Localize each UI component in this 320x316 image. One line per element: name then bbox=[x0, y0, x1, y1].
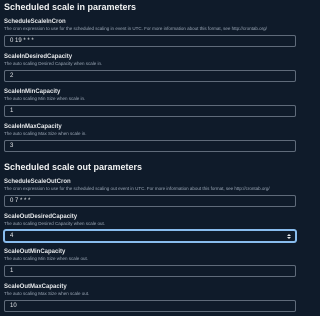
scale-out-desired-capacity-field: ScaleOutDesiredCapacity The auto scaling… bbox=[4, 213, 296, 242]
field-description: The cron expression to use for the sched… bbox=[4, 186, 270, 191]
input-value: 2 bbox=[10, 73, 14, 79]
input-value: 4 bbox=[10, 233, 14, 239]
scale-in-desired-capacity-field: ScaleInDesiredCapacity The auto scaling … bbox=[4, 53, 296, 82]
field-label: ScaleInMaxCapacity bbox=[4, 124, 62, 130]
field-label: ScheduleScaleOutCron bbox=[4, 179, 71, 185]
parameters-form: Scheduled scale in parameters ScheduleSc… bbox=[0, 0, 300, 316]
number-stepper[interactable] bbox=[286, 232, 292, 240]
field-label: ScaleInDesiredCapacity bbox=[4, 54, 73, 60]
field-description: The auto scaling Min Size when scale out… bbox=[4, 256, 89, 261]
scale-in-max-capacity-field: ScaleInMaxCapacity The auto scaling Max … bbox=[4, 123, 296, 152]
schedule-scale-out-cron-field: ScheduleScaleOutCron The cron expression… bbox=[4, 178, 296, 207]
field-label: ScaleOutMinCapacity bbox=[4, 249, 66, 255]
input-value: 1 bbox=[10, 108, 14, 114]
scale-in-section: Scheduled scale in parameters ScheduleSc… bbox=[4, 2, 296, 152]
scale-in-max-capacity-input[interactable]: 3 bbox=[4, 140, 296, 152]
scale-out-max-capacity-field: ScaleOutMaxCapacity The auto scaling Max… bbox=[4, 283, 296, 312]
field-description: The auto scaling Desired Capacity when s… bbox=[4, 61, 103, 66]
input-value: 10 bbox=[10, 303, 17, 309]
field-description: The auto scaling Min Size when scale in. bbox=[4, 96, 86, 101]
increment-arrow-icon[interactable] bbox=[287, 233, 291, 236]
scale-in-section-title: Scheduled scale in parameters bbox=[4, 2, 137, 12]
schedule-scale-in-cron-field: ScheduleScaleInCron The cron expression … bbox=[4, 18, 296, 47]
input-value: 0 7 * * * bbox=[10, 198, 31, 204]
scale-out-min-capacity-input[interactable]: 1 bbox=[4, 265, 296, 277]
field-description: The auto scaling Max Size when scale in. bbox=[4, 131, 87, 136]
schedule-scale-out-cron-input[interactable]: 0 7 * * * bbox=[4, 195, 296, 207]
field-label: ScaleInMinCapacity bbox=[4, 89, 61, 95]
schedule-scale-in-cron-input[interactable]: 0 19 * * * bbox=[4, 35, 296, 47]
field-label: ScaleOutDesiredCapacity bbox=[4, 214, 78, 220]
scale-out-desired-capacity-input[interactable]: 4 bbox=[4, 230, 296, 242]
scale-out-section: Scheduled scale out parameters ScheduleS… bbox=[4, 162, 296, 312]
scale-out-section-title: Scheduled scale out parameters bbox=[4, 162, 143, 172]
field-description: The auto scaling Max Size when scale out… bbox=[4, 291, 90, 296]
scale-in-desired-capacity-input[interactable]: 2 bbox=[4, 70, 296, 82]
field-label: ScheduleScaleInCron bbox=[4, 19, 66, 25]
field-description: The auto scaling Desired Capacity when s… bbox=[4, 221, 106, 226]
field-label: ScaleOutMaxCapacity bbox=[4, 284, 67, 290]
input-value: 1 bbox=[10, 268, 14, 274]
scale-in-min-capacity-field: ScaleInMinCapacity The auto scaling Min … bbox=[4, 88, 296, 117]
input-value: 0 19 * * * bbox=[10, 38, 34, 44]
field-description: The cron expression to use for the sched… bbox=[4, 26, 267, 31]
scale-out-min-capacity-field: ScaleOutMinCapacity The auto scaling Min… bbox=[4, 248, 296, 277]
input-value: 3 bbox=[10, 143, 14, 149]
scale-in-min-capacity-input[interactable]: 1 bbox=[4, 105, 296, 117]
decrement-arrow-icon[interactable] bbox=[287, 236, 291, 239]
scale-out-max-capacity-input[interactable]: 10 bbox=[4, 300, 296, 312]
